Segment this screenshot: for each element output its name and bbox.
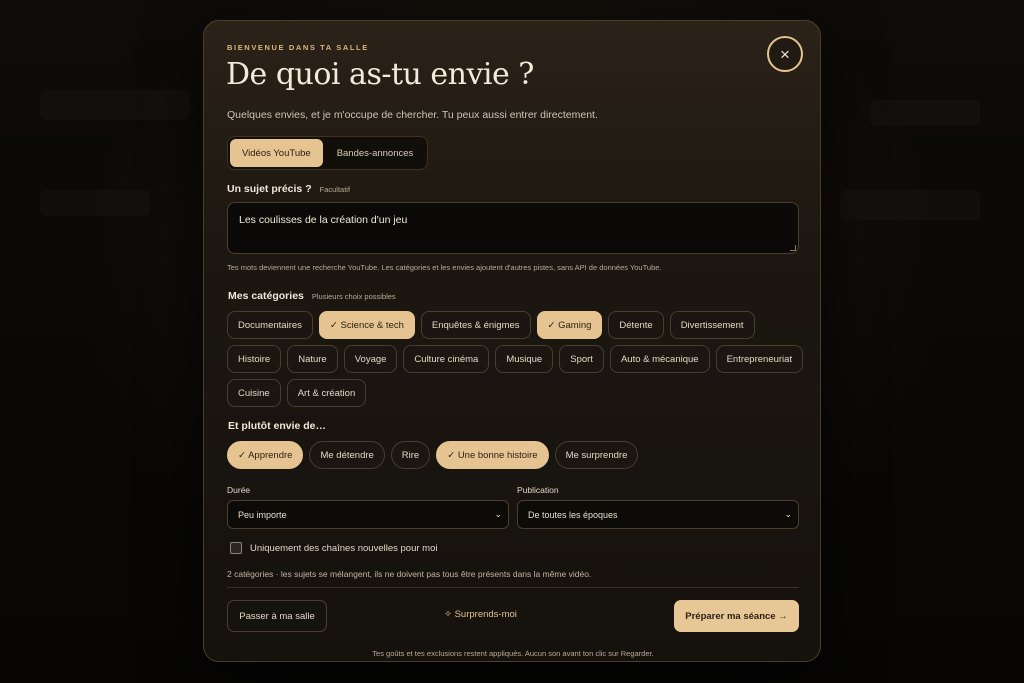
duration-select[interactable]: Peu importe ⌄ (227, 500, 509, 529)
tab-youtube-videos[interactable]: Vidéos YouTube (230, 139, 323, 167)
resize-grip-icon[interactable] (790, 245, 796, 251)
category-chip-enquetes[interactable]: Enquêtes & énigmes (420, 311, 531, 339)
chevron-down-icon: ⌄ (494, 509, 502, 519)
prepare-session-button[interactable]: Préparer ma séance → (674, 600, 799, 632)
topic-input[interactable]: Les coulisses de la création d'un jeu (227, 202, 799, 254)
skip-to-room-button[interactable]: Passer à ma salle (227, 600, 327, 632)
source-tabs: Vidéos YouTube Bandes-annonces (227, 136, 429, 170)
category-chip-sport[interactable]: Sport (559, 345, 604, 373)
backdrop-shape (840, 190, 980, 220)
duration-label: Durée (227, 485, 251, 495)
moods-label: Et plutôt envie de… (228, 420, 327, 432)
duration-select-value: Peu importe (238, 509, 287, 520)
close-button[interactable]: × (767, 36, 803, 72)
category-chip-documentaires[interactable]: Documentaires (227, 311, 313, 339)
category-chip-auto[interactable]: Auto & mécanique (609, 345, 710, 373)
categories-label-row: Mes catégories Plusieurs choix possibles (228, 290, 396, 302)
topic-input-value: Les coulisses de la création d'un jeu (239, 214, 408, 226)
categories-hint: Plusieurs choix possibles (311, 292, 396, 301)
chevron-down-icon: ⌄ (784, 509, 792, 519)
surprise-me-button[interactable]: ✧ Surprends-moi (444, 609, 517, 620)
category-chip-voyage[interactable]: Voyage (343, 345, 398, 373)
moods-label-row: Et plutôt envie de… (228, 420, 326, 432)
divider (227, 587, 799, 588)
new-channels-label[interactable]: Uniquement des chaînes nouvelles pour mo… (250, 543, 437, 554)
mood-chip-apprendre[interactable]: ✓ Apprendre (227, 441, 304, 469)
topic-label-row: Un sujet précis ? Facultatif (227, 183, 350, 195)
new-channels-option: Uniquement des chaînes nouvelles pour mo… (230, 542, 437, 554)
category-chip-histoire[interactable]: Histoire (227, 345, 282, 373)
backdrop-shape (40, 190, 150, 216)
mood-chips: ✓ Apprendre Me détendre Rire ✓ Une bonne… (227, 441, 807, 469)
new-channels-checkbox[interactable] (230, 542, 242, 554)
publication-select[interactable]: De toutes les époques ⌄ (517, 500, 799, 529)
eyebrow-text: BIENVENUE DANS TA SALLE (227, 43, 369, 52)
category-chip-gaming[interactable]: ✓ Gaming (536, 311, 603, 339)
topic-label: Un sujet précis ? (227, 183, 312, 195)
category-chip-musique[interactable]: Musique (495, 345, 554, 373)
category-chip-divertissement[interactable]: Divertissement (669, 311, 755, 339)
mood-chip-bonne-histoire[interactable]: ✓ Une bonne histoire (436, 441, 549, 469)
backdrop-shape (870, 100, 980, 126)
footnote: Tes goûts et tes exclusions restent appl… (372, 649, 654, 658)
category-chip-science-tech[interactable]: ✓ Science & tech (318, 311, 415, 339)
topic-optional-hint: Facultatif (319, 185, 351, 194)
mood-chip-me-surprendre[interactable]: Me surprendre (554, 441, 639, 469)
modal-title: De quoi as-tu envie ? (226, 57, 534, 92)
mood-chip-me-detendre[interactable]: Me détendre (309, 441, 385, 469)
category-chip-detente[interactable]: Détente (608, 311, 664, 339)
mood-chip-rire[interactable]: Rire (390, 441, 431, 469)
topic-help-text: Tes mots deviennent une recherche YouTub… (227, 263, 662, 272)
category-chip-entrepreneuriat[interactable]: Entrepreneuriat (715, 345, 804, 373)
close-icon: × (780, 44, 790, 64)
onboarding-modal: × BIENVENUE DANS TA SALLE De quoi as-tu … (203, 20, 821, 662)
categories-label: Mes catégories (228, 290, 304, 302)
publication-label: Publication (517, 485, 559, 495)
category-chip-art-creation[interactable]: Art & création (286, 379, 367, 407)
category-chip-culture-cinema[interactable]: Culture cinéma (403, 345, 490, 373)
category-chips: Documentaires ✓ Science & tech Enquêtes … (227, 311, 807, 407)
selection-summary: 2 catégories · les sujets se mélangent, … (227, 569, 592, 579)
publication-select-value: De toutes les époques (528, 509, 618, 520)
category-chip-cuisine[interactable]: Cuisine (227, 379, 281, 407)
tab-trailers[interactable]: Bandes-annonces (325, 139, 426, 167)
modal-subtitle: Quelques envies, et je m'occupe de cherc… (227, 109, 598, 121)
backdrop-shape (40, 90, 190, 120)
category-chip-nature[interactable]: Nature (287, 345, 338, 373)
